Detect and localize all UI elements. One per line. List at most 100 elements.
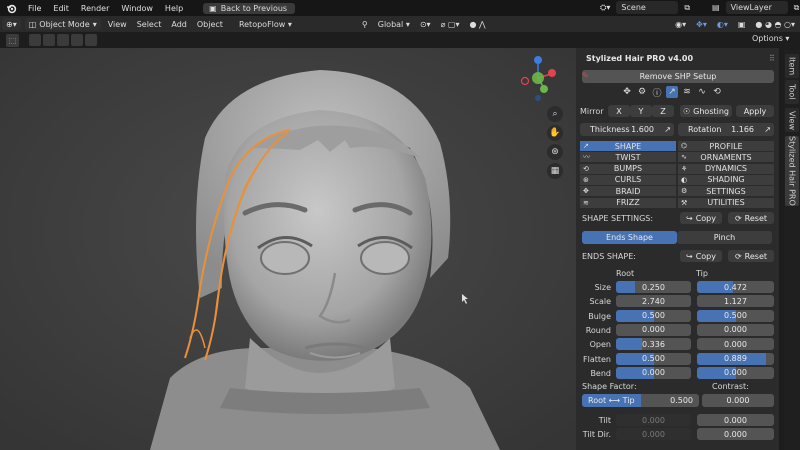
round-tip-slider[interactable]: 0.000: [697, 323, 774, 336]
shading-modes-icon[interactable]: ● ◕ ◓ ○▾: [750, 20, 800, 29]
bend-root-slider[interactable]: 0.000: [616, 366, 691, 379]
contrast-slider[interactable]: 0.000: [702, 394, 774, 407]
proportional-edit-icon[interactable]: ● ⋀: [465, 20, 491, 29]
menu-window[interactable]: Window: [115, 4, 159, 13]
ends-reset-button[interactable]: ⟳ Reset: [728, 250, 774, 262]
zoom-icon[interactable]: ⌕: [547, 106, 563, 122]
category-shape[interactable]: ↗ SHAPE: [580, 141, 676, 151]
category-frizz[interactable]: ≋ FRIZZ: [580, 197, 676, 208]
orientation-dropdown[interactable]: Global ▾: [373, 20, 415, 29]
scale-tip-slider[interactable]: 1.127: [697, 295, 774, 308]
tab-tool[interactable]: Tool: [785, 80, 799, 104]
3d-viewport[interactable]: ⌕ ✋ ⊛ ▦: [0, 48, 576, 450]
header-add[interactable]: Add: [166, 20, 192, 29]
select-mode-subtract-icon[interactable]: [57, 34, 69, 46]
category-braid[interactable]: ✥ BRAID: [580, 186, 676, 197]
open-root-slider[interactable]: 0.336: [616, 338, 691, 351]
viewlayer-selector[interactable]: ViewLayer: [725, 1, 788, 14]
retopoflow-menu[interactable]: RetopoFlow ▾: [234, 20, 297, 29]
tilt-tip-slider[interactable]: 0.000: [697, 414, 774, 426]
size-tip-slider[interactable]: 0.472: [697, 281, 774, 293]
round-root-slider[interactable]: 0.000: [616, 323, 691, 336]
select-tool-icon[interactable]: ⬚: [6, 33, 19, 47]
select-mode-new-icon[interactable]: [29, 34, 41, 46]
tilt-dir-tip-slider[interactable]: 0.000: [697, 428, 774, 440]
ends-copy-button[interactable]: ↪ Copy: [680, 250, 722, 262]
scale-root-slider[interactable]: 2.740: [616, 295, 691, 308]
editor-type-dropdown[interactable]: ⊕▾: [2, 18, 21, 30]
options-dropdown[interactable]: Options ▾: [752, 34, 789, 43]
menu-edit[interactable]: Edit: [47, 4, 75, 13]
viewlayer-icon[interactable]: ▤: [712, 3, 720, 12]
bulge-root-slider[interactable]: 0.500: [616, 309, 691, 322]
category-twist[interactable]: 〰 TWIST: [580, 152, 676, 163]
tilt-dir-root-slider[interactable]: 0.000: [616, 428, 691, 440]
header-view[interactable]: View: [103, 20, 132, 29]
tab-stylized-hair-pro[interactable]: Stylized Hair PRO: [785, 136, 799, 206]
remove-shp-setup-button[interactable]: Remove SHP Setup: [582, 70, 774, 83]
header-object[interactable]: Object: [192, 20, 228, 29]
pan-hand-icon[interactable]: ✋: [547, 125, 563, 141]
panel-drag-handle-icon[interactable]: ⠿: [769, 54, 775, 63]
category-utilities[interactable]: ⚒ UTILITIES: [678, 197, 774, 208]
shape-copy-button[interactable]: ↪ Copy: [680, 212, 722, 224]
open-tip-slider[interactable]: 0.000: [697, 338, 774, 351]
rotation-field[interactable]: Rotation 1.166 ↗: [678, 123, 774, 136]
scene-browse-icon[interactable]: ⧉: [684, 3, 690, 13]
bend-tip-slider[interactable]: 0.000: [697, 366, 774, 379]
hair-curl-icon-4[interactable]: ⟲: [711, 86, 723, 98]
category-bumps[interactable]: ⟲ BUMPS: [580, 163, 676, 174]
select-mode-extend-icon[interactable]: [43, 34, 55, 46]
thickness-field[interactable]: Thickness 1.600 ↗: [580, 123, 674, 136]
mirror-y-button[interactable]: Y: [630, 105, 652, 117]
root-tip-slider[interactable]: Root ⟷ Tip 0.500: [582, 394, 699, 407]
hair-curl-icon-2[interactable]: ≋: [681, 86, 693, 98]
xray-toggle-icon[interactable]: ▣: [733, 20, 751, 29]
select-mode-intersect-icon[interactable]: [71, 34, 83, 46]
shape-reset-button[interactable]: ⟳ Reset: [728, 212, 774, 224]
tab-item[interactable]: Item: [785, 54, 799, 78]
blender-logo-icon[interactable]: [4, 1, 18, 15]
visibility-icon[interactable]: ◉▾: [670, 20, 691, 29]
transform-orientation-icon[interactable]: ⚲: [357, 20, 373, 29]
perspective-grid-icon[interactable]: ▦: [547, 163, 563, 179]
tab-ends-shape[interactable]: Ends Shape: [582, 231, 677, 244]
apply-button[interactable]: Apply: [736, 105, 774, 117]
scene-selector[interactable]: Scene: [616, 1, 679, 14]
overlay-toggle-icon[interactable]: ◐▾: [712, 20, 733, 29]
snap-icon[interactable]: ⌀ ▢▾: [436, 20, 465, 29]
flatten-tip-slider[interactable]: 0.889: [697, 352, 774, 365]
menu-render[interactable]: Render: [75, 4, 115, 13]
pivot-icon[interactable]: ⊙▾: [415, 20, 436, 29]
mirror-x-button[interactable]: X: [608, 105, 630, 117]
viewlayer-browse-icon[interactable]: ⧉: [794, 3, 800, 13]
settings-gear-icon[interactable]: ⚙: [636, 86, 648, 98]
menu-file[interactable]: File: [22, 4, 47, 13]
category-curls[interactable]: ⊛ CURLS: [580, 174, 676, 185]
category-dynamics[interactable]: ⚘ DYNAMICS: [678, 163, 774, 174]
gizmo-toggle-icon[interactable]: ✥▾: [691, 20, 712, 29]
tab-pinch[interactable]: Pinch: [677, 231, 772, 244]
hair-curl-icon-1[interactable]: ↗: [666, 86, 678, 98]
back-to-previous-button[interactable]: ▣ Back to Previous: [203, 2, 296, 14]
header-select[interactable]: Select: [132, 20, 167, 29]
select-mode-invert-icon[interactable]: [85, 34, 97, 46]
ghosting-button[interactable]: ☉ Ghosting: [680, 105, 732, 117]
info-icon[interactable]: ⓘ: [651, 86, 663, 99]
flatten-root-slider[interactable]: 0.500: [616, 352, 691, 365]
move-icon[interactable]: ✥: [621, 86, 633, 98]
size-root-slider[interactable]: 0.250: [616, 281, 691, 293]
tab-view[interactable]: View: [785, 108, 799, 132]
bulge-tip-slider[interactable]: 0.500: [697, 309, 774, 322]
scene-icon[interactable]: ⛭▾: [600, 3, 610, 13]
mode-dropdown[interactable]: ◫ Object Mode ▾: [24, 18, 101, 30]
category-profile[interactable]: ⌬ PROFILE: [678, 141, 774, 151]
navigation-gizmo[interactable]: [514, 54, 562, 102]
menu-help[interactable]: Help: [159, 4, 189, 13]
category-ornaments[interactable]: ∿ ORNAMENTS: [678, 152, 774, 163]
hair-curl-icon-3[interactable]: ∿: [696, 86, 708, 98]
category-settings[interactable]: ⚙ SETTINGS: [678, 186, 774, 197]
tilt-root-slider[interactable]: 0.000: [616, 414, 691, 426]
category-shading[interactable]: ◐ SHADING: [678, 174, 774, 185]
mirror-z-button[interactable]: Z: [652, 105, 674, 117]
